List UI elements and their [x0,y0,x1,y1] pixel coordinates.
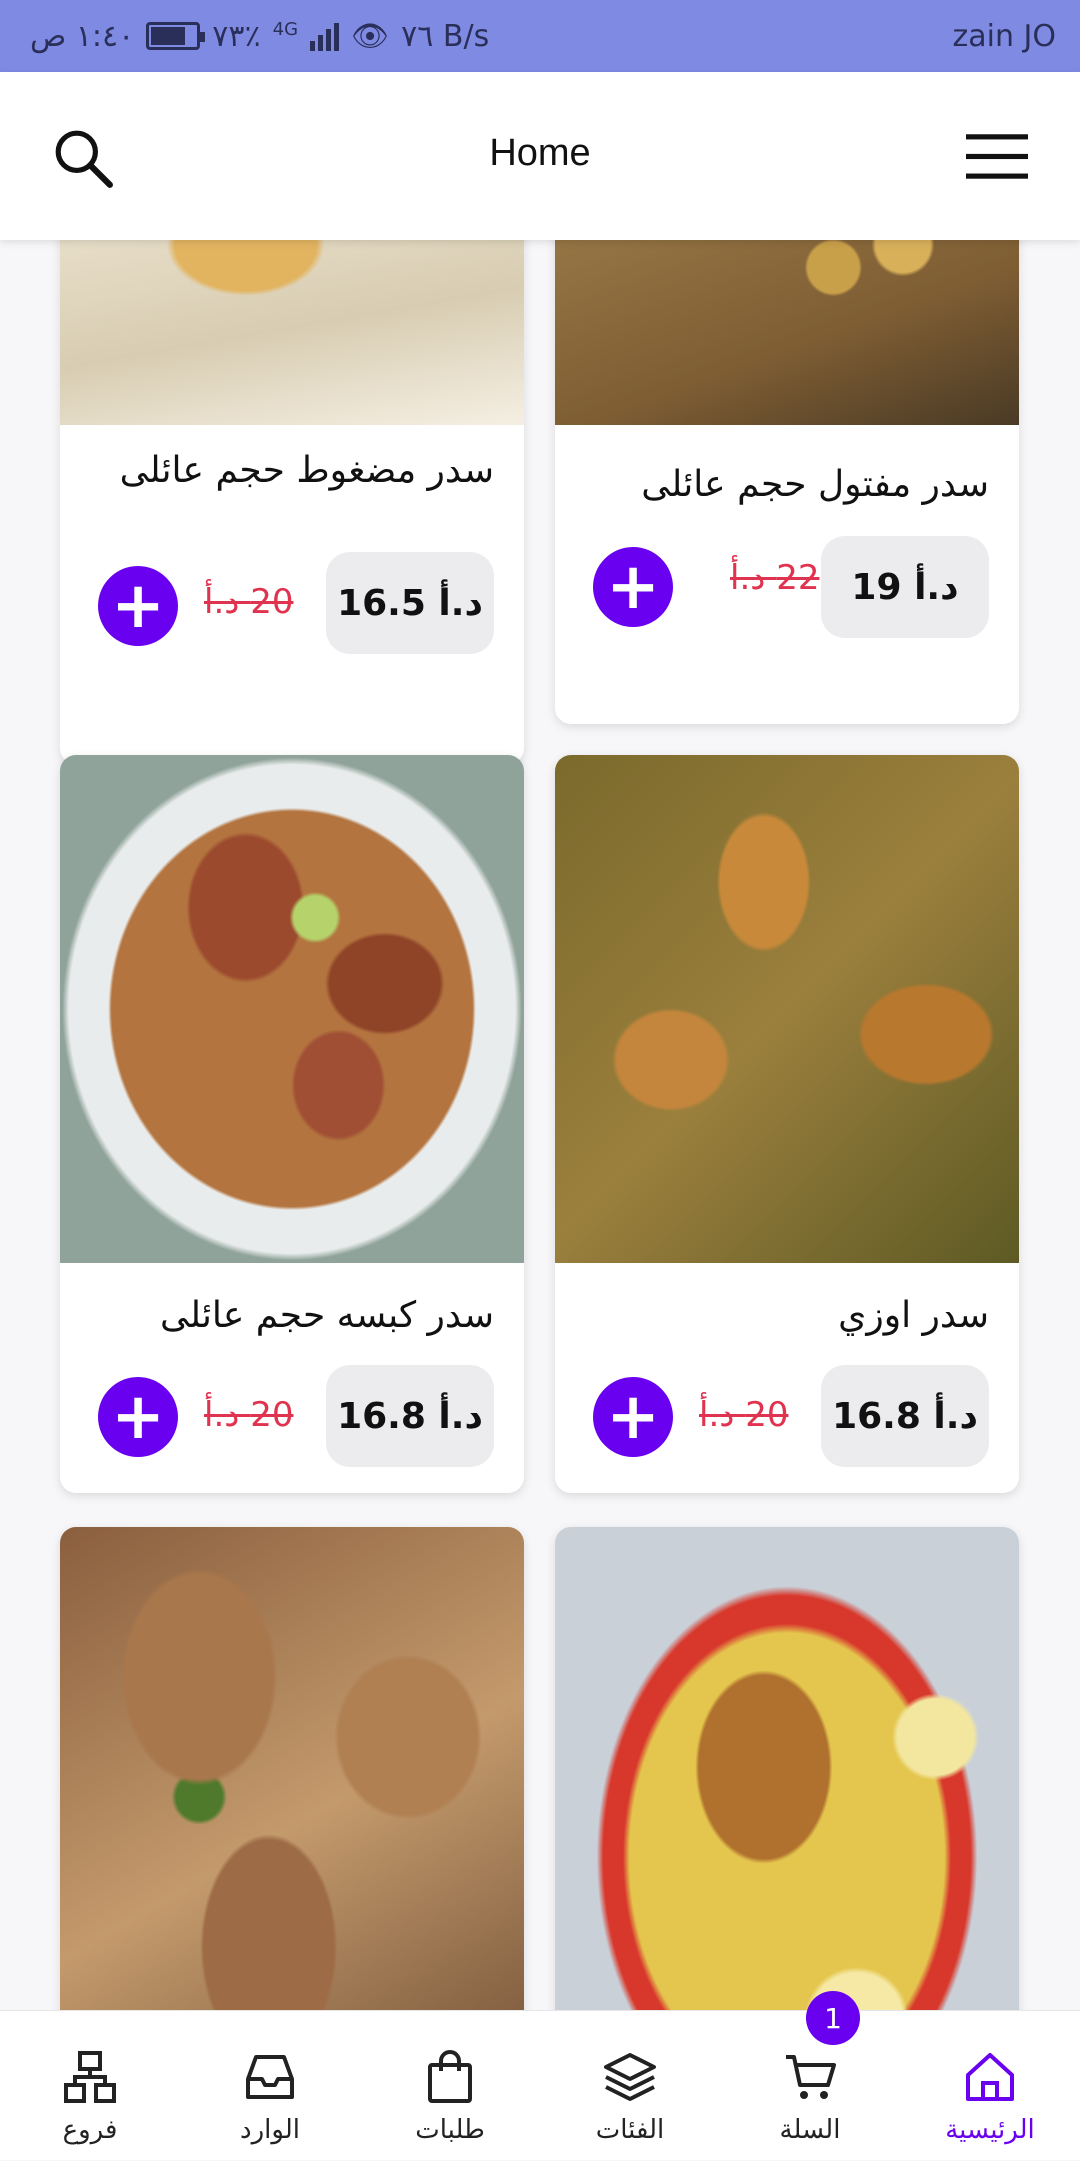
bottom-navigation: الرئيسية 1 السلة الفئات طلبات الوارد فرو… [0,1991,1080,2161]
battery-percent: ٧٣٪ [212,18,261,54]
product-card[interactable]: سدر مفتول حجم عائلى د.أ 19 22 د.أ + [555,240,1019,724]
add-to-cart-button[interactable]: + [98,566,178,646]
signal-icon [310,21,340,51]
product-image [555,1527,1019,2010]
layers-icon [604,2053,656,2101]
inbox-icon [246,2055,294,2099]
nav-label: فروع [62,2115,118,2145]
product-card[interactable]: سدر كبسه حجم عائلى د.أ 16.8 20 د.أ + [60,755,524,1493]
product-old-price: 22 د.أ [730,558,820,598]
app-header: Home [0,72,1080,240]
product-old-price: 20 د.أ [699,1395,789,1435]
nav-label: طلبات [415,2115,485,2145]
add-to-cart-button[interactable]: + [593,547,673,627]
add-to-cart-button[interactable]: + [593,1377,673,1457]
product-image [555,755,1019,1263]
product-price: د.أ 16.5 [326,552,494,654]
nav-categories[interactable]: الفئات [540,2011,720,2161]
carrier-name: zain JO [952,18,1056,54]
nav-branches[interactable]: فروع [0,2011,180,2161]
product-old-price: 20 د.أ [204,582,294,622]
branches-icon [64,2051,116,2103]
cart-count-badge: 1 [806,1991,860,2045]
nav-label: الفئات [595,2115,665,2145]
page-title: Home [489,132,591,174]
clock: ١:٤٠ ص [30,18,135,54]
status-bar: ١:٤٠ ص ٧٣٪ 4G 👁 ٧٦ B/s zain JO [0,0,1080,72]
battery-icon [146,22,206,50]
product-old-price: 20 د.أ [204,1395,294,1435]
product-name: سدر مفتول حجم عائلى [641,464,989,505]
cart-icon [786,2055,836,2099]
product-image [60,1527,524,2010]
network-type: 4G [272,18,299,40]
product-card[interactable] [555,1527,1019,2010]
nav-home[interactable]: الرئيسية [900,2011,1080,2161]
product-name: سدر كبسه حجم عائلى [159,1295,494,1336]
product-price: د.أ 19 [821,536,989,638]
nav-label: الرئيسية [945,2115,1035,2145]
product-name: سدر مضغوط حجم عائلى [119,450,494,491]
nav-orders[interactable]: طلبات [360,2011,540,2161]
product-grid[interactable]: سدر مفتول حجم عائلى د.أ 19 22 د.أ + سدر … [0,240,1080,2010]
product-card[interactable]: سدر مضغوط حجم عائلى د.أ 16.5 20 د.أ + [60,240,524,764]
hamburger-menu-icon[interactable] [966,132,1028,182]
shopping-bag-icon [428,2050,472,2103]
nav-label: السلة [779,2115,841,2145]
nav-label: الوارد [240,2115,300,2145]
nav-cart[interactable]: 1 السلة [720,1991,900,2161]
network-speed: ٧٦ B/s [401,18,490,54]
product-image [60,755,524,1263]
product-card[interactable] [60,1527,524,2010]
product-image [60,240,524,425]
product-image [555,240,1019,425]
product-price: د.أ 16.8 [326,1365,494,1467]
product-price: د.أ 16.8 [821,1365,989,1467]
nav-inbox[interactable]: الوارد [180,2011,360,2161]
home-icon [966,2053,1014,2101]
product-card[interactable]: سدر اوزي د.أ 16.8 20 د.أ + [555,755,1019,1493]
eye-comfort-icon: 👁 [351,18,390,54]
status-left: ١:٤٠ ص ٧٣٪ 4G 👁 ٧٦ B/s [30,19,489,54]
product-name: سدر اوزي [838,1295,989,1336]
add-to-cart-button[interactable]: + [98,1377,178,1457]
